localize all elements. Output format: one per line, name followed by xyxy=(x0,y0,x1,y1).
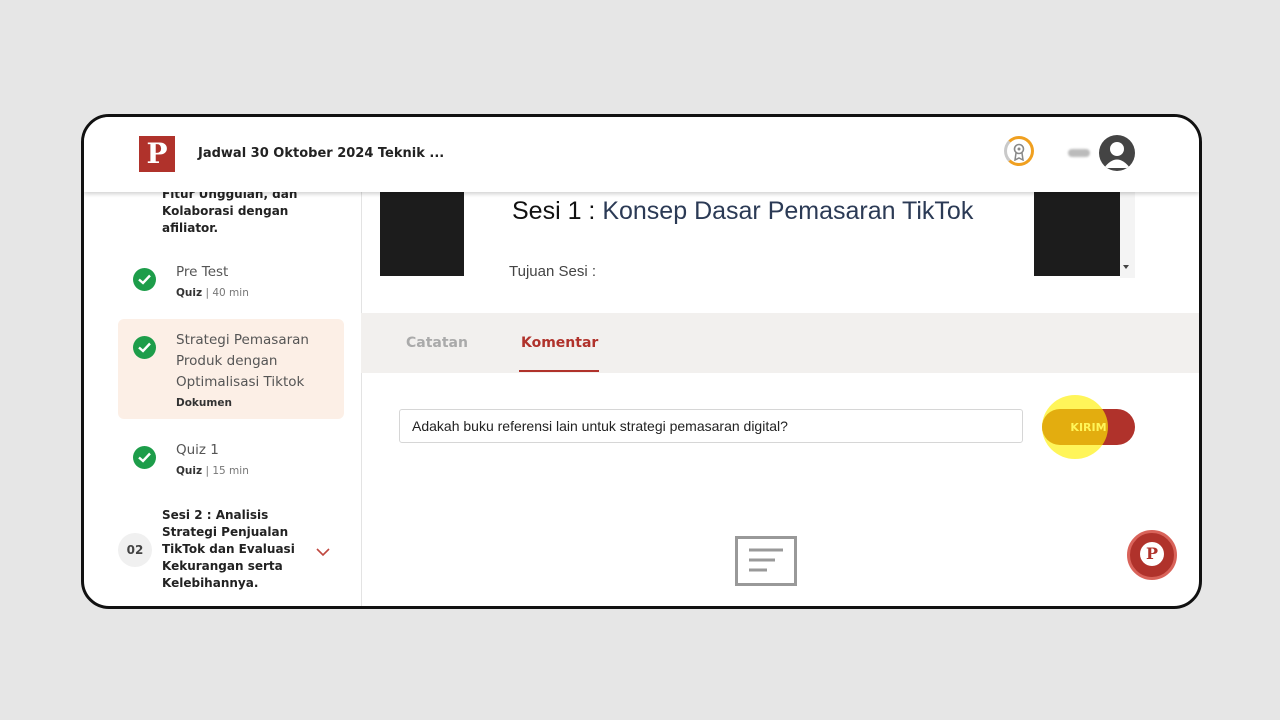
session-content: Sesi 1 : Konsep Dasar Pemasaran TikTok T… xyxy=(380,192,1135,280)
video-frame-right xyxy=(1034,192,1120,276)
empty-comments-icon xyxy=(735,536,797,590)
session-objective-label: Tujuan Sesi : xyxy=(509,263,596,280)
chevron-down-icon[interactable] xyxy=(316,542,330,561)
session-heading: Sesi 1 : Konsep Dasar Pemasaran TikTok xyxy=(512,197,974,225)
chat-fab-button[interactable]: P xyxy=(1127,530,1177,580)
send-button[interactable]: KIRIM xyxy=(1042,409,1135,445)
tab-bar: Catatan Komentar xyxy=(361,313,1199,373)
sidebar-item-meta: Quiz | 40 min xyxy=(176,287,249,299)
sidebar-item-meta: Dokumen xyxy=(176,397,232,409)
brand-logo[interactable]: P xyxy=(139,136,175,172)
badge-icon[interactable] xyxy=(1004,136,1034,166)
sidebar-item-strategi[interactable]: Strategi Pemasaran Produk dengan Optimal… xyxy=(176,330,326,393)
tab-catatan[interactable]: Catatan xyxy=(406,335,468,351)
course-sidebar: Fitur Unggulan, dan Kolaborasi dengan af… xyxy=(84,187,362,606)
video-frame-left xyxy=(380,192,464,276)
user-name xyxy=(1068,149,1090,157)
tab-komentar[interactable]: Komentar xyxy=(521,335,598,351)
section-title: Fitur Unggulan, dan Kolaborasi dengan af… xyxy=(162,187,298,235)
section-title-sesi-2[interactable]: Sesi 2 : Analisis Strategi Penjualan Tik… xyxy=(162,507,302,592)
sidebar-item-meta: Quiz | 15 min xyxy=(176,465,249,477)
avatar-icon[interactable] xyxy=(1099,135,1135,171)
active-tab-indicator xyxy=(519,370,599,372)
section-number: 02 xyxy=(118,533,152,567)
content-scrollbar[interactable] xyxy=(1120,192,1135,278)
comment-input[interactable] xyxy=(399,409,1023,443)
sidebar-item-quiz1[interactable]: Quiz 1 xyxy=(176,440,219,461)
page-title: Jadwal 30 Oktober 2024 Teknik ... xyxy=(198,146,445,161)
completed-check-icon xyxy=(133,336,156,359)
sidebar-item-pretest[interactable]: Pre Test xyxy=(176,262,228,283)
app-window: P Jadwal 30 Oktober 2024 Teknik ... Fitu… xyxy=(81,114,1202,609)
completed-check-icon xyxy=(133,446,156,469)
completed-check-icon xyxy=(133,268,156,291)
top-header: P Jadwal 30 Oktober 2024 Teknik ... xyxy=(84,117,1199,192)
